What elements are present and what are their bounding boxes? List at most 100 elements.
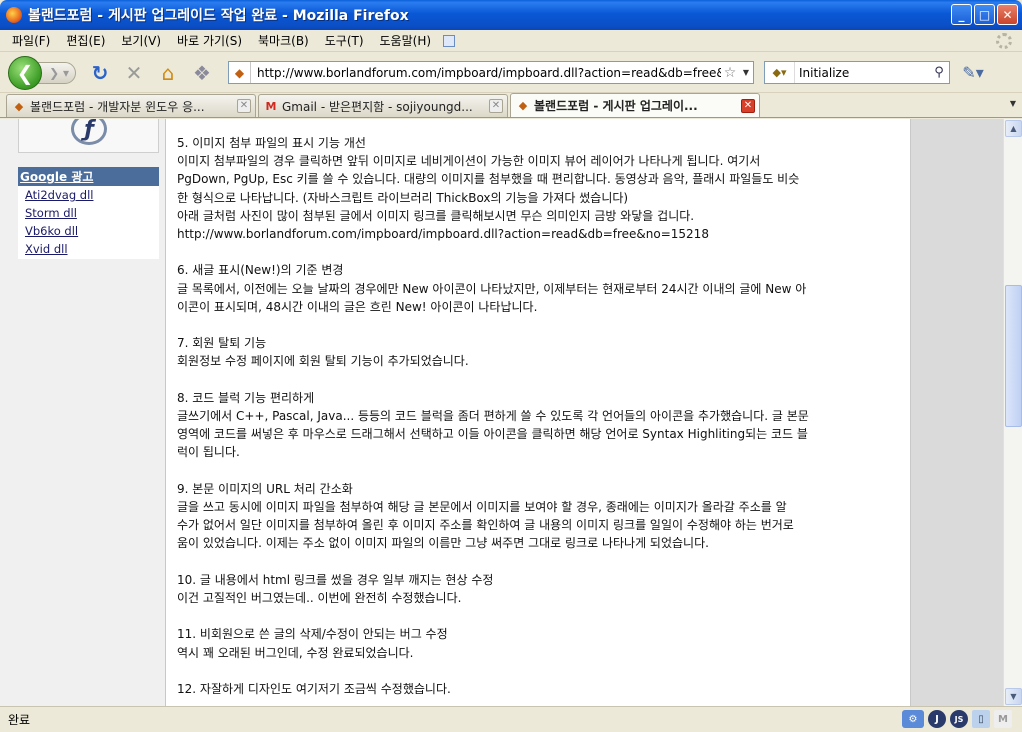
- scroll-thumb[interactable]: [1005, 285, 1022, 427]
- title-bar: 볼랜드포럼 - 게시판 업그레이드 작업 완료 - Mozilla Firefo…: [0, 0, 1022, 30]
- logo-box: ƒ: [18, 119, 159, 153]
- section-heading: 8. 코드 블럭 기능 편리하게: [177, 390, 315, 405]
- article-section: 11. 비회원으로 쓴 글의 삭제/수정이 안되는 버그 수정역시 꽤 오래된 …: [177, 625, 901, 661]
- back-button[interactable]: ❮: [8, 55, 42, 90]
- close-button[interactable]: ✕: [997, 4, 1018, 25]
- tab-close-icon[interactable]: ✕: [237, 99, 251, 113]
- status-text: 완료: [8, 713, 31, 727]
- menu-tools[interactable]: 도구(T): [317, 32, 372, 49]
- menu-edit[interactable]: 편집(E): [58, 32, 113, 49]
- search-engine-icon[interactable]: ◆▾: [765, 62, 795, 83]
- section-text-line: 이미지 첨부파일의 경우 클릭하면 앞뒤 이미지로 네비게이션이 가능한 이미지…: [177, 154, 761, 169]
- section-heading: 5. 이미지 첨부 파일의 표시 기능 개선: [177, 136, 366, 150]
- section-heading: 9. 본문 이미지의 URL 처리 간소화: [177, 481, 353, 496]
- article-section: 5. 이미지 첨부 파일의 표시 기능 개선이미지 첨부파일의 경우 클릭하면 …: [177, 134, 901, 243]
- section-text-line: 글 목록에서, 이전에는 오늘 날짜의 경우에만 New 아이콘이 나타났지만,…: [177, 281, 807, 296]
- search-icon[interactable]: ⚲: [929, 65, 949, 80]
- menu-file[interactable]: 파일(F): [4, 32, 58, 49]
- section-heading: 6. 새글 표시(New!)의 기준 변경: [177, 263, 344, 278]
- section-text-line: 한 형식으로 나타납니다. (자바스크립트 라이브러리 ThickBox의 기능…: [177, 190, 629, 205]
- article-section: 7. 회원 탈퇴 기능회원정보 수정 페이지에 회원 탈퇴 기능이 추가되었습니…: [177, 334, 901, 370]
- menu-help[interactable]: 도움말(H): [372, 32, 440, 49]
- url-text[interactable]: http://www.borlandforum.com/impboard/imp…: [251, 66, 721, 80]
- java-icon[interactable]: J: [928, 710, 946, 728]
- menu-view[interactable]: 보기(V): [113, 32, 169, 49]
- tab-close-icon[interactable]: ✕: [489, 99, 503, 113]
- ad-link[interactable]: Storm dll: [18, 204, 159, 222]
- home-icon[interactable]: ⌂: [154, 59, 182, 87]
- section-text-line: http://www.borlandforum.com/impboard/imp…: [177, 227, 709, 242]
- search-input[interactable]: Initialize: [795, 66, 929, 80]
- google-ads: Google 광고 Ati2dvag dll Storm dll Vb6ko d…: [18, 167, 159, 259]
- vertical-scrollbar[interactable]: ▲ ▼: [1003, 119, 1022, 706]
- status-icons: ⚙ J JS ▯ M: [902, 710, 1012, 728]
- article-section: 6. 새글 표시(New!)의 기준 변경글 목록에서, 이전에는 오늘 날짜의…: [177, 261, 901, 316]
- stop-icon[interactable]: ✕: [120, 59, 148, 87]
- addon-icon[interactable]: ❖: [188, 59, 216, 87]
- scroll-up-icon[interactable]: ▲: [1005, 120, 1022, 137]
- section-text-line: PgDown, PgUp, Esc 키를 쓸 수 있습니다. 대량의 이미지를 …: [177, 172, 800, 187]
- edit-addon-icon[interactable]: ✎▾: [958, 63, 988, 82]
- section-heading: 10. 글 내용에서 html 링크를 썼을 경우 일부 깨지는 현상 수정: [177, 572, 494, 587]
- menu-bar: 파일(F) 편집(E) 보기(V) 바로 가기(S) 북마크(B) 도구(T) …: [0, 30, 1022, 52]
- section-text-line: 이콘이 표시되며, 48시간 이내의 글은 흐린 New! 아이콘이 나타납니다…: [177, 299, 538, 314]
- section-heading: 12. 자잘하게 디자인도 여기저기 조금씩 수정했습니다.: [177, 681, 451, 696]
- section-heading: 7. 회원 탈퇴 기능: [177, 336, 267, 351]
- reload-icon[interactable]: ↻: [86, 59, 114, 87]
- section-text-line: 역시 꽤 오래된 버그인데, 수정 완료되었습니다.: [177, 645, 414, 660]
- page-viewport: ƒ Google 광고 Ati2dvag dll Storm dll Vb6ko…: [0, 119, 1003, 706]
- tab-label: 볼랜드포럼 - 게시판 업그레이...: [534, 99, 698, 113]
- status-bar: 완료 ⚙ J JS ▯ M: [0, 706, 1022, 732]
- section-text-line: 회원정보 수정 페이지에 회원 탈퇴 기능이 추가되었습니다.: [177, 354, 469, 369]
- ad-link[interactable]: Xvid dll: [18, 240, 159, 258]
- section-text-line: 이건 고질적인 버그였는데.. 이번에 완전히 수정했습니다.: [177, 591, 462, 605]
- ads-title[interactable]: Google 광고: [18, 167, 159, 186]
- navigation-toolbar: ❮ ❯ ▾ ↻ ✕ ⌂ ❖ ◆ http://www.borlandforum.…: [0, 53, 1022, 93]
- maximize-button[interactable]: □: [974, 4, 995, 25]
- borland-icon: ◆: [518, 99, 528, 112]
- tab-label: 볼랜드포럼 - 개발자분 윈도우 응...: [30, 99, 205, 114]
- url-dropdown-icon[interactable]: ▼: [739, 68, 753, 77]
- gmail-notifier-icon[interactable]: M: [994, 710, 1012, 728]
- article-section: 12. 자잘하게 디자인도 여기저기 조금씩 수정했습니다.: [177, 680, 901, 698]
- right-margin: [912, 119, 1003, 706]
- search-bar[interactable]: ◆▾ Initialize ⚲: [764, 61, 950, 84]
- menu-history[interactable]: 바로 가기(S): [169, 32, 250, 49]
- borland-logo-icon: ƒ: [71, 119, 107, 145]
- window-title: 볼랜드포럼 - 게시판 업그레이드 작업 완료 - Mozilla Firefo…: [28, 8, 409, 24]
- main-content: 5. 이미지 첨부 파일의 표시 기능 개선이미지 첨부파일의 경우 클릭하면 …: [166, 119, 911, 706]
- window-controls: _ □ ✕: [951, 4, 1018, 25]
- javascript-icon[interactable]: JS: [950, 710, 968, 728]
- scroll-down-icon[interactable]: ▼: [1005, 688, 1022, 705]
- addon-toolbar-icon[interactable]: [443, 34, 456, 47]
- tab-borland-windows[interactable]: ◆ 볼랜드포럼 - 개발자분 윈도우 응... ✕: [6, 94, 256, 117]
- article-section: 10. 글 내용에서 html 링크를 썼을 경우 일부 깨지는 현상 수정이건…: [177, 571, 901, 607]
- tab-close-icon[interactable]: ✕: [741, 98, 755, 113]
- section-text-line: 글쓰기에서 C++, Pascal, Java... 등등의 코드 블럭을 좀더…: [177, 409, 809, 423]
- section-text-line: 럭이 됩니다.: [177, 445, 240, 460]
- tab-gmail[interactable]: M Gmail - 받은편지함 - sojiyoungd... ✕: [258, 94, 508, 117]
- menu-bookmarks[interactable]: 북마크(B): [250, 32, 317, 49]
- tab-list-icon[interactable]: ▼: [1010, 99, 1016, 108]
- tab-label: Gmail - 받은편지함 - sojiyoungd...: [282, 99, 473, 114]
- url-bar[interactable]: ◆ http://www.borlandforum.com/impboard/i…: [228, 61, 754, 84]
- article-body: 5. 이미지 첨부 파일의 표시 기능 개선이미지 첨부파일의 경우 클릭하면 …: [177, 134, 901, 706]
- section-text-line: 글을 쓰고 동시에 이미지 파일을 첨부하여 해당 글 본문에서 이미지를 보여…: [177, 500, 787, 514]
- section-text-line: 영역에 코드를 써넣은 후 마우스로 드래그해서 선택하고 이들 아이콘을 클릭…: [177, 427, 808, 442]
- left-sidebar: ƒ Google 광고 Ati2dvag dll Storm dll Vb6ko…: [0, 119, 166, 706]
- article-section: 9. 본문 이미지의 URL 처리 간소화글을 쓰고 동시에 이미지 파일을 첨…: [177, 480, 901, 553]
- section-text-line: 움이 있었습니다. 이제는 주소 없이 이미지 파일의 이름만 그냥 써주면 그…: [177, 536, 709, 551]
- bookmark-star-icon[interactable]: ☆: [721, 65, 739, 81]
- site-favicon-icon: ◆: [229, 62, 251, 83]
- section-heading: 11. 비회원으로 쓴 글의 삭제/수정이 안되는 버그 수정: [177, 627, 448, 642]
- throbber-icon: [996, 33, 1012, 49]
- ad-link[interactable]: Ati2dvag dll: [18, 186, 159, 204]
- tab-bar: ◆ 볼랜드포럼 - 개발자분 윈도우 응... ✕ M Gmail - 받은편지…: [0, 93, 1022, 118]
- gmail-icon: M: [265, 99, 277, 113]
- tab-borland-upgrade[interactable]: ◆ 볼랜드포럼 - 게시판 업그레이... ✕: [510, 93, 760, 117]
- section-text-line: 아래 글처럼 사진이 많이 첨부된 글에서 이미지 링크를 클릭해보시면 무슨 …: [177, 208, 695, 223]
- minimize-button[interactable]: _: [951, 4, 972, 25]
- page-icon[interactable]: ▯: [972, 710, 990, 728]
- addon-status-icon[interactable]: ⚙: [902, 710, 924, 728]
- ad-link[interactable]: Vb6ko dll: [18, 222, 159, 240]
